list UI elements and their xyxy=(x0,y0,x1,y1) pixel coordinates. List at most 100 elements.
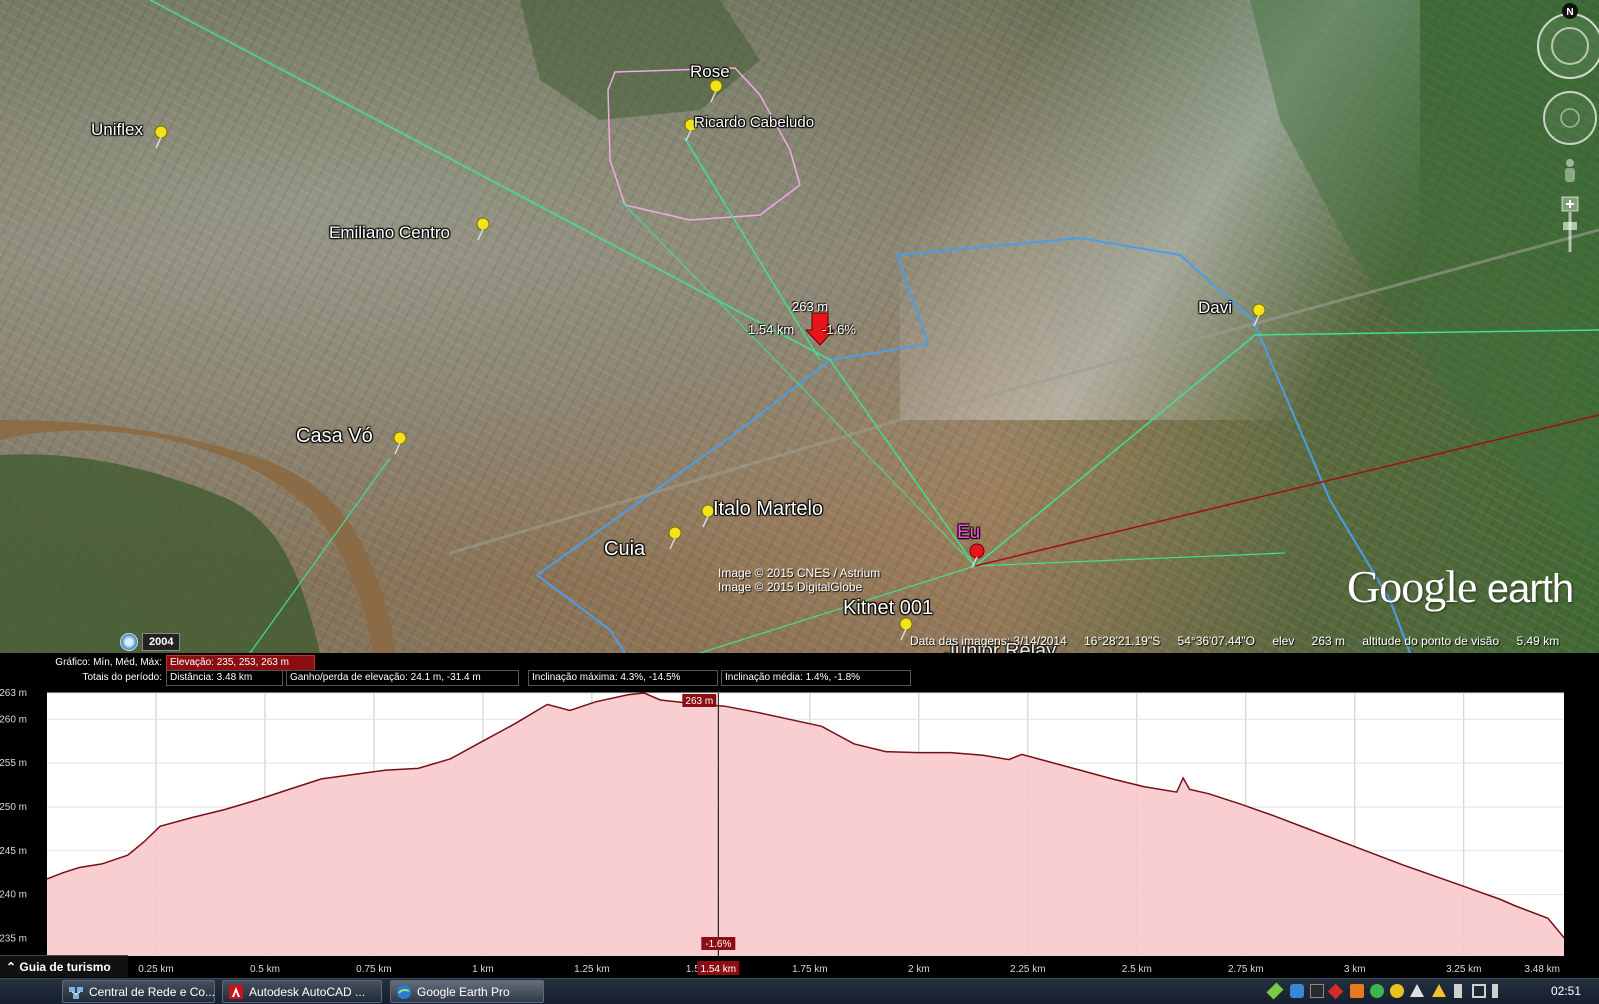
tray-app-icon[interactable] xyxy=(1266,982,1284,1000)
network-tray-icon[interactable] xyxy=(1472,984,1486,998)
dark-red-line xyxy=(974,414,1599,567)
eye-altitude-value: 5.49 km xyxy=(1516,634,1560,648)
placemark-label[interactable]: Emiliano Centro xyxy=(329,223,450,243)
elevation-label: elev xyxy=(1272,634,1295,648)
y-tick-label: 250 m xyxy=(0,802,27,813)
taskbar-item-label: Central de Rede e Co... xyxy=(89,985,215,999)
summary-label: Gráfico: Mín, Méd, Máx: xyxy=(55,657,162,668)
start-button[interactable] xyxy=(0,979,58,1004)
imagery-credit: Image © 2015 CNES / Astrium xyxy=(718,566,881,580)
current-location-pin-icon[interactable] xyxy=(968,543,990,569)
tray-app-icon[interactable] xyxy=(1290,984,1304,998)
placemark-label[interactable]: Italo Martelo xyxy=(713,498,823,521)
measure-elevation: 263 m xyxy=(792,299,829,314)
pushpin-icon[interactable] xyxy=(474,216,496,242)
flag-icon[interactable] xyxy=(1454,984,1462,998)
placemark-label[interactable]: Eu xyxy=(957,522,980,544)
x-tick-label: 2 km xyxy=(908,964,930,975)
map-view[interactable]: Rose Ricardo Cabeludo Uniflex Emiliano C… xyxy=(0,0,1599,653)
measure-distance: 1.54 km xyxy=(748,322,795,337)
x-tick-label: 2.25 km xyxy=(1010,964,1046,975)
placemark-label[interactable]: Rose xyxy=(690,62,730,82)
placemark-label[interactable]: Uniflex xyxy=(91,120,143,140)
x-tick-label: 1 km xyxy=(472,964,494,975)
y-tick-label: 263 m xyxy=(0,688,27,699)
network-icon xyxy=(69,987,83,999)
street-view-pegman-icon[interactable] xyxy=(1565,159,1575,182)
x-tick-label: 2.75 km xyxy=(1228,964,1264,975)
pushpin-icon[interactable] xyxy=(391,430,413,456)
volume-icon[interactable] xyxy=(1492,984,1498,998)
placemark-label[interactable]: Casa Vó xyxy=(296,425,373,448)
look-joystick[interactable] xyxy=(1543,91,1597,145)
summary-row-2: Totais do período: Distância: 3.48 km Ga… xyxy=(0,670,1599,686)
compass-ring[interactable]: N xyxy=(1537,3,1599,79)
x-tick-label: 3.25 km xyxy=(1446,964,1482,975)
map-status-bar: Data das imagens: 3/14/2014 16°28'21.19"… xyxy=(910,634,1573,648)
imagery-year: 2004 xyxy=(142,633,181,651)
zoom-slider[interactable] xyxy=(1561,196,1579,252)
placemark-label[interactable]: Ricardo Cabeludo xyxy=(694,114,814,131)
latitude: 16°28'21.19"S xyxy=(1084,634,1161,648)
summary-row-1: Gráfico: Mín, Méd, Máx: Elevação: 235, 2… xyxy=(0,655,1599,671)
warning-icon[interactable] xyxy=(1432,984,1446,997)
average-slope[interactable]: Inclinação média: 1.4%, -1.8% xyxy=(721,670,911,686)
summary-label: Totais do período: xyxy=(82,672,163,683)
chevron-up-icon: ⌃ xyxy=(6,960,17,974)
x-tick-label: 3 km xyxy=(1344,964,1366,975)
taskbar-item-autocad[interactable]: Autodesk AutoCAD ... xyxy=(222,980,382,1003)
placemark-label[interactable]: Cuia xyxy=(604,538,645,561)
placemark-label[interactable]: Davi xyxy=(1198,298,1232,318)
imagery-credit: Image © 2015 DigitalGlobe xyxy=(718,580,863,594)
x-tick-label: 0.25 km xyxy=(138,964,174,975)
elevation-chart[interactable]: 235 m 240 m 245 m 250 m 255 m 260 m 263 m 0.25… xyxy=(0,686,1599,978)
tray-app-icon[interactable] xyxy=(1350,984,1364,998)
placemark-label[interactable]: Kitnet 001 xyxy=(843,597,933,620)
pushpin-icon[interactable] xyxy=(666,525,688,551)
cursor-distance-label: 1.54 km xyxy=(701,964,737,975)
tray-app-icon[interactable] xyxy=(1327,983,1344,1000)
tray-app-icon[interactable] xyxy=(1370,984,1384,998)
clock-icon[interactable] xyxy=(120,633,138,651)
blue-route xyxy=(536,236,1411,653)
x-tick-label: 2.5 km xyxy=(1122,964,1152,975)
measure-slope: -1.6% xyxy=(822,322,856,337)
taskbar-item-google-earth[interactable]: Google Earth Pro xyxy=(390,980,544,1003)
y-tick-label: 235 m xyxy=(0,933,27,944)
distance-summary[interactable]: Distância: 3.48 km xyxy=(166,670,283,686)
tour-guide-label: Guia de turismo xyxy=(19,960,111,974)
elevation-profile-panel[interactable]: Gráfico: Mín, Méd, Máx: Elevação: 235, 2… xyxy=(0,653,1599,978)
navigation-controls[interactable]: N xyxy=(1530,2,1599,252)
google-earth-logo: Google earth xyxy=(1347,561,1574,612)
blue-route-b xyxy=(536,574,626,653)
longitude: 54°36'07.44"O xyxy=(1177,634,1255,648)
elevation-gain-loss[interactable]: Ganho/perda de elevação: 24.1 m, -31.4 m xyxy=(286,670,519,686)
historical-imagery-badge[interactable]: 2004 xyxy=(120,633,181,651)
cursor-slope-label: -1.6% xyxy=(705,939,731,950)
taskbar-item-label: Google Earth Pro xyxy=(417,985,510,999)
notification-bell-icon[interactable] xyxy=(1410,984,1424,997)
y-tick-label: 260 m xyxy=(0,714,27,725)
y-tick-label: 255 m xyxy=(0,758,27,769)
tray-app-icon[interactable] xyxy=(1310,984,1324,998)
pushpin-icon[interactable] xyxy=(1250,302,1272,328)
tour-guide-toggle[interactable]: ⌃ Guia de turismo xyxy=(0,955,128,977)
taskbar-item-network-center[interactable]: Central de Rede e Co... xyxy=(62,980,215,1003)
compass-north-letter: N xyxy=(1566,7,1573,18)
profile-summary: Gráfico: Mín, Méd, Máx: Elevação: 235, 2… xyxy=(0,653,1599,686)
pushpin-icon[interactable] xyxy=(152,124,174,150)
autocad-icon xyxy=(229,985,243,999)
tray-app-icon[interactable] xyxy=(1390,984,1404,998)
google-earth-icon xyxy=(397,985,411,999)
eye-altitude-label: altitude do ponto de visão xyxy=(1362,634,1500,648)
map-overlay xyxy=(0,0,1599,653)
imagery-date: Data das imagens: 3/14/2014 xyxy=(910,634,1067,648)
elevation-value: 263 m xyxy=(1311,634,1346,648)
max-slope[interactable]: Inclinação máxima: 4.3%, -14.5% xyxy=(528,670,718,686)
x-tick-label: 1.25 km xyxy=(574,964,610,975)
taskbar-item-label: Autodesk AutoCAD ... xyxy=(249,985,366,999)
elevation-summary[interactable]: Elevação: 235, 253, 263 m xyxy=(166,655,315,671)
y-tick-label: 240 m xyxy=(0,890,27,901)
taskbar-clock[interactable]: 02:51 xyxy=(1551,979,1581,1004)
cursor-elevation-label: 263 m xyxy=(685,696,713,707)
